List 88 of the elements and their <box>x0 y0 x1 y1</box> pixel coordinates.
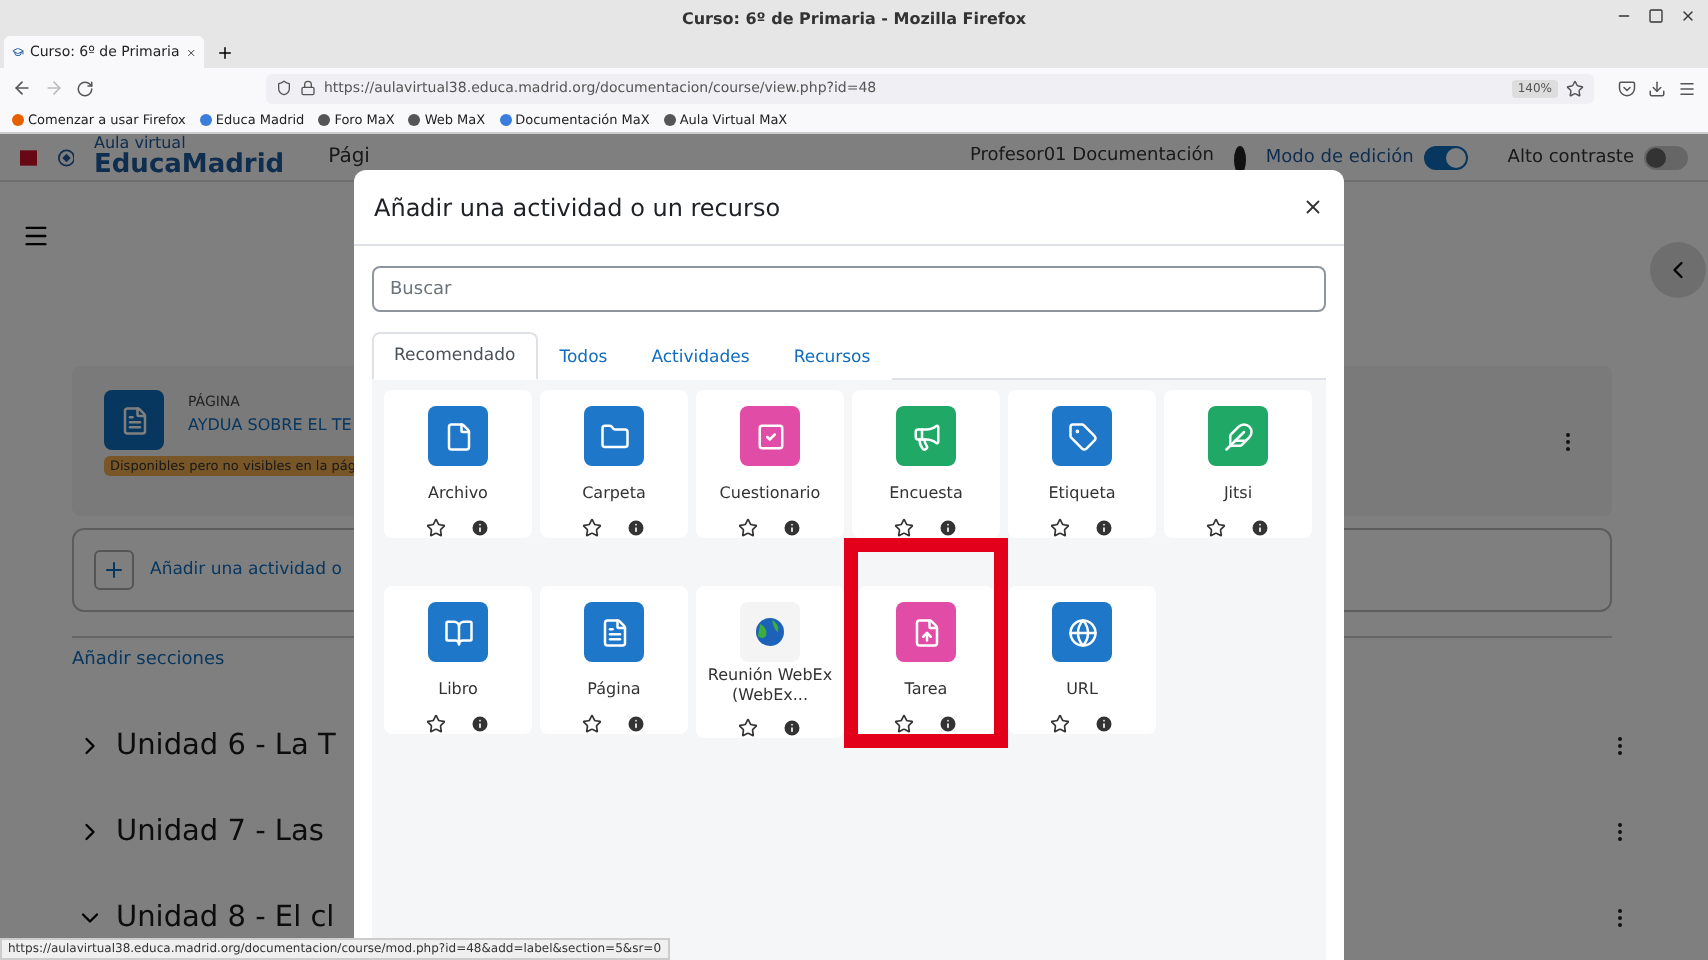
globe-icon <box>754 616 786 648</box>
globe-icon <box>1067 617 1097 647</box>
star-icon[interactable] <box>426 714 446 734</box>
close-icon <box>1302 196 1324 218</box>
modal-title: Añadir una actividad o un recurso <box>374 193 783 221</box>
reload-icon[interactable] <box>76 79 94 97</box>
star-icon[interactable] <box>894 518 914 538</box>
info-icon[interactable] <box>1094 518 1114 538</box>
feather-icon <box>1223 421 1253 451</box>
info-icon[interactable] <box>626 714 646 734</box>
plus-icon <box>102 558 126 582</box>
toggle-label: Modo de edición <box>1265 147 1414 167</box>
activity-tile[interactable]: URL <box>1008 586 1156 734</box>
toggle-switch[interactable] <box>1423 145 1468 169</box>
star-icon[interactable] <box>582 714 602 734</box>
activity-name: Jitsi <box>1223 484 1253 506</box>
info-icon[interactable] <box>938 714 958 734</box>
activity-name: Encuesta <box>889 484 963 506</box>
activity-tile[interactable]: Reunión WebEx (WebEx... <box>696 586 844 738</box>
star-icon[interactable] <box>1206 518 1226 538</box>
activity-tile[interactable]: Tarea <box>858 586 994 734</box>
activity-name: Reunión WebEx (WebEx... <box>705 666 835 709</box>
activity-tile[interactable]: Libro <box>384 586 532 734</box>
logo-subtitle: Aula virtual <box>94 136 188 152</box>
maximize-icon[interactable] <box>1648 8 1664 24</box>
info-icon[interactable] <box>470 714 490 734</box>
info-icon[interactable] <box>1250 518 1270 538</box>
window-title: Curso: 6º de Primaria - Mozilla Firefox <box>681 9 1027 27</box>
nav-link[interactable]: Pági <box>328 146 370 168</box>
activity-name: Tarea <box>904 680 948 702</box>
star-icon[interactable] <box>426 518 446 538</box>
close-icon[interactable] <box>1680 8 1696 24</box>
close-icon[interactable] <box>185 45 196 59</box>
info-icon[interactable] <box>938 518 958 538</box>
activity-tile[interactable]: Encuesta <box>852 390 1000 538</box>
star-icon[interactable] <box>894 714 914 734</box>
info-icon[interactable] <box>782 718 802 738</box>
activity-tile[interactable]: Archivo <box>384 390 532 538</box>
lock-icon <box>300 80 316 96</box>
activity-name: URL <box>1066 680 1098 702</box>
star-icon[interactable] <box>738 518 758 538</box>
activity-name: Cuestionario <box>719 484 821 506</box>
new-tab-icon[interactable] <box>216 43 234 61</box>
cap-icon <box>12 44 24 60</box>
menu-icon[interactable] <box>22 222 50 250</box>
megaphone-icon <box>911 421 941 451</box>
document-icon <box>599 617 629 647</box>
toggle-switch[interactable] <box>1644 145 1688 169</box>
document-icon <box>119 405 149 435</box>
activity-name: Etiqueta <box>1048 484 1116 506</box>
download-icon[interactable] <box>1648 79 1666 97</box>
star-icon[interactable] <box>1050 518 1070 538</box>
checkbox-icon <box>755 421 785 451</box>
info-icon[interactable] <box>626 518 646 538</box>
activity-tile[interactable]: Jitsi <box>1164 390 1312 538</box>
activity-tile[interactable]: Página <box>540 586 688 734</box>
toggle-label: Alto contraste <box>1507 147 1634 167</box>
section-title[interactable]: Unidad 7 - Las <box>116 815 324 847</box>
star-icon[interactable] <box>1566 79 1584 97</box>
tag-icon <box>1067 421 1097 451</box>
shield-icon <box>276 80 292 96</box>
star-icon[interactable] <box>738 718 758 738</box>
section-title[interactable]: Unidad 6 - La T <box>116 729 336 761</box>
activity-name: Carpeta <box>582 484 646 506</box>
activity-tile[interactable]: Carpeta <box>540 390 688 538</box>
logo-title: EducaMadrid <box>94 152 285 178</box>
menu-icon[interactable] <box>1678 79 1696 97</box>
activity-tile[interactable]: Cuestionario <box>696 390 844 538</box>
info-icon[interactable] <box>1094 714 1114 734</box>
star-icon[interactable] <box>1050 714 1070 734</box>
activity-name: Página <box>587 680 641 702</box>
pocket-icon[interactable] <box>1618 79 1636 97</box>
info-icon[interactable] <box>782 518 802 538</box>
search-field[interactable]: Buscar <box>372 266 1326 312</box>
star-icon[interactable] <box>582 518 602 538</box>
book-icon <box>443 617 473 647</box>
activity-tile[interactable]: Etiqueta <box>1008 390 1156 538</box>
file-icon <box>443 421 473 451</box>
user-name[interactable]: Profesor01 Documentación <box>969 146 1214 166</box>
file-upload-icon <box>911 617 941 647</box>
activity-name: Libro <box>438 680 478 702</box>
info-icon[interactable] <box>470 518 490 538</box>
tab[interactable]: Recomendado <box>372 332 538 380</box>
folder-icon <box>599 421 629 451</box>
section-title[interactable]: Unidad 8 - El cl <box>116 901 335 933</box>
close-button[interactable] <box>1302 196 1324 218</box>
back-icon[interactable] <box>12 78 32 98</box>
activity-name: Archivo <box>428 484 488 506</box>
